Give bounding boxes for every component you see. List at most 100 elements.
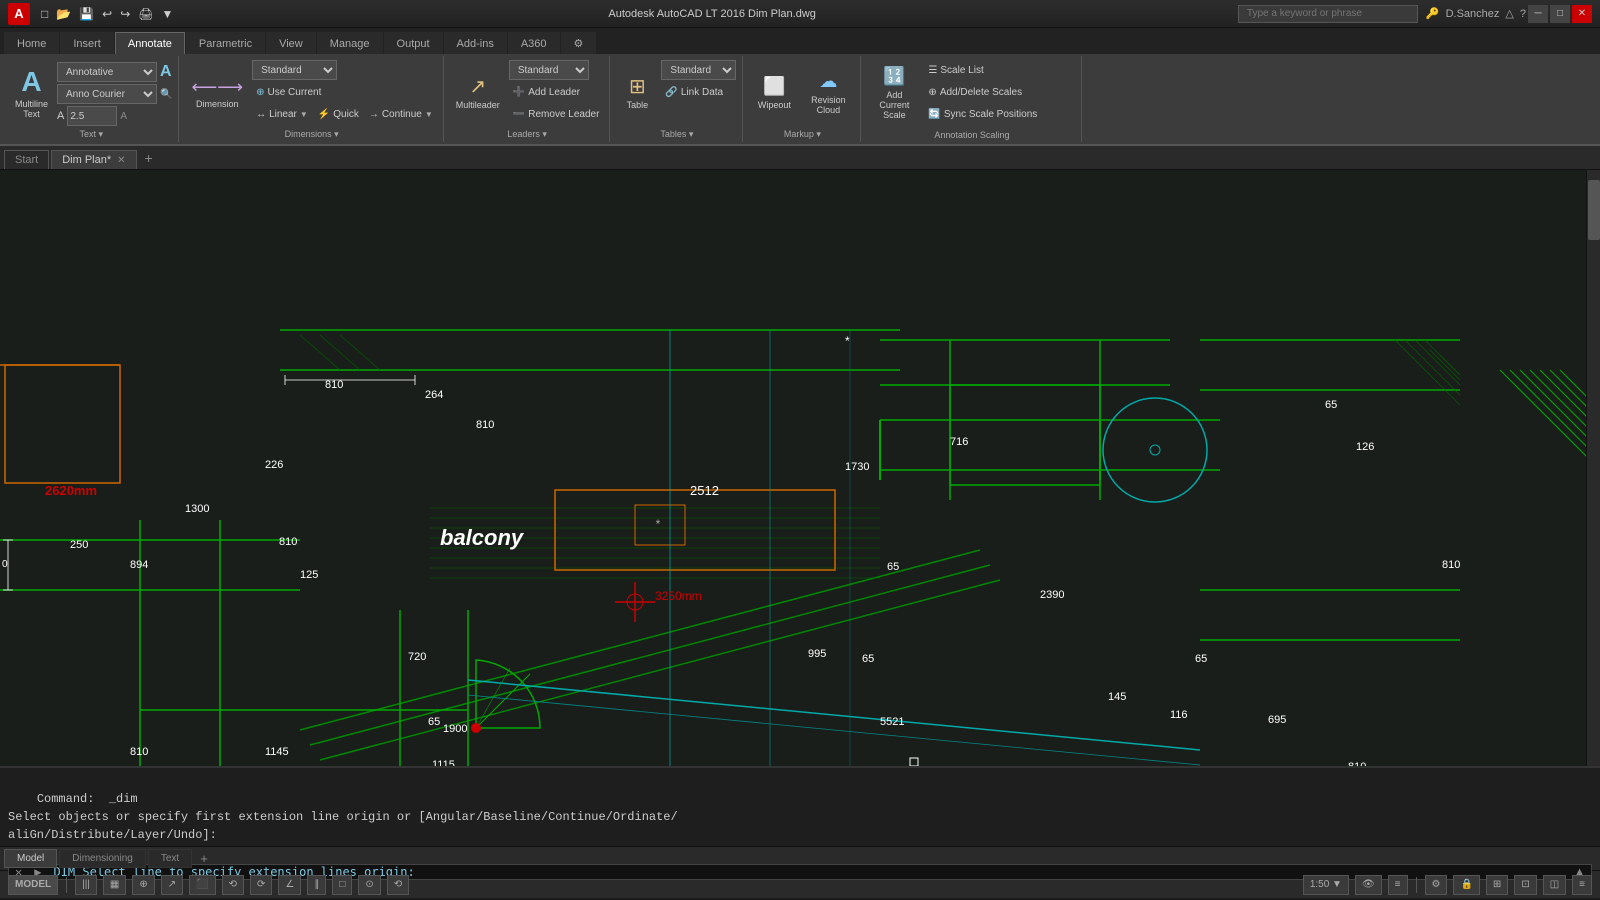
tab-home[interactable]: Home (4, 32, 59, 54)
dim-145: 145 (1108, 691, 1126, 703)
text-size-input[interactable] (67, 106, 117, 126)
selection-cycling-button[interactable]: ⊙ (358, 875, 380, 895)
dim-65-1: 65 (887, 561, 899, 573)
add-leader-button[interactable]: ➕ Add Leader (509, 82, 604, 102)
annotation-monitor-button[interactable]: ⟲ (387, 875, 409, 895)
dim-264: 264 (425, 389, 443, 401)
hardware-acceleration-button[interactable]: ⊡ (1514, 875, 1536, 895)
minimize-button[interactable]: ─ (1528, 5, 1548, 23)
add-delete-scales-button[interactable]: ⊕ Add/Delete Scales (924, 82, 1041, 102)
tab-insert[interactable]: Insert (60, 32, 114, 54)
continue-button[interactable]: → Continue ▼ (365, 104, 437, 124)
model-status-button[interactable]: MODEL (8, 875, 58, 895)
vertical-scrollbar[interactable] (1586, 170, 1600, 766)
text-style-expand-icon: A (160, 63, 172, 81)
open-button[interactable]: 📂 (53, 6, 74, 22)
transparency-button[interactable]: □ (332, 875, 352, 895)
ducs-button[interactable]: ⟳ (250, 875, 272, 895)
dim-810-3: 810 (279, 536, 297, 548)
qat-dropdown[interactable]: ▼ (159, 6, 177, 22)
titlebar: A □ 📂 💾 ↩ ↪ 🖨 ▼ Autodesk AutoCAD LT 2016… (0, 0, 1600, 28)
otrack-button[interactable]: ⟲ (222, 875, 244, 895)
app-icon: A (8, 3, 30, 25)
remove-leader-icon: ➖ (513, 109, 525, 120)
workspace-button[interactable]: ⚙ (1425, 875, 1448, 895)
dim-995: 995 (808, 648, 826, 660)
annotation-scale-button[interactable]: 1:50 ▼ (1303, 875, 1349, 895)
v-scroll-thumb[interactable] (1588, 180, 1600, 240)
settings-icon: △ (1505, 7, 1513, 20)
add-current-scale-button[interactable]: 🔢 AddCurrentScale (868, 58, 920, 128)
sync-scale-positions-button[interactable]: 🔄 Sync Scale Positions (924, 104, 1041, 124)
polar-button[interactable]: ↗ (161, 875, 183, 895)
table-style-dropdown[interactable]: Standard (661, 60, 736, 80)
snap-button[interactable]: ▦ (103, 875, 126, 895)
tab-a360[interactable]: A360 (508, 32, 560, 54)
revision-cloud-button[interactable]: ☁ RevisionCloud (802, 58, 854, 128)
dim-1730: 1730 (845, 461, 869, 473)
tab-view[interactable]: View (266, 32, 316, 54)
isolate-objects-button[interactable]: ⊞ (1486, 875, 1508, 895)
text-style-dropdown[interactable]: Annotative (57, 62, 157, 82)
search-input[interactable] (1238, 5, 1418, 23)
osnap-button[interactable]: ⬛ (189, 875, 215, 895)
leader-style-dropdown[interactable]: Standard (509, 60, 589, 80)
tab-output[interactable]: Output (384, 32, 443, 54)
tab-dim-plan-label: Dim Plan* (62, 154, 111, 166)
dimensioning-tab[interactable]: Dimensioning (59, 849, 146, 868)
multiline-text-button[interactable]: A MultilineText (10, 58, 53, 128)
continue-icon: → (369, 109, 379, 120)
wipeout-button[interactable]: ⬜ Wipeout (750, 58, 798, 128)
add-tab-button[interactable]: + (139, 147, 159, 169)
link-data-button[interactable]: 🔗 Link Data (661, 82, 736, 102)
remove-leader-button[interactable]: ➖ Remove Leader (509, 104, 604, 124)
lock-ui-button[interactable]: 🔒 (1453, 875, 1479, 895)
text-tab[interactable]: Text (148, 849, 192, 868)
font-dropdown[interactable]: Anno Courier (57, 84, 157, 104)
customize-button[interactable]: ≡ (1572, 875, 1592, 895)
model-tab[interactable]: Model (4, 849, 57, 868)
redo-button[interactable]: ↪ (117, 6, 133, 22)
add-leader-icon: ➕ (513, 87, 525, 98)
tab-annotate[interactable]: Annotate (115, 32, 185, 54)
tab-settings[interactable]: ⚙ (561, 32, 597, 54)
tab-addins[interactable]: Add-ins (444, 32, 507, 54)
dim-3250mm: 3250mm (655, 589, 702, 603)
dim-65-3: 65 (1195, 653, 1207, 665)
window-title: Autodesk AutoCAD LT 2016 Dim Plan.dwg (186, 8, 1237, 20)
quick-button[interactable]: ⚡ Quick (314, 104, 363, 124)
linear-button[interactable]: ↔ Linear ▼ (252, 104, 312, 124)
scale-list-button[interactable]: ☰ Scale List (924, 60, 1041, 80)
add-delete-icon: ⊕ (928, 87, 936, 98)
multileader-button[interactable]: ↗ Multileader (451, 58, 505, 128)
clean-screen-button[interactable]: ◫ (1543, 875, 1566, 895)
dim-716: 716 (950, 436, 968, 448)
annotation-visibility-button[interactable]: 👁 (1355, 875, 1382, 895)
dim-style-dropdown[interactable]: Standard (252, 60, 337, 80)
use-current-icon: ⊕ (256, 87, 264, 98)
add-layout-tab-button[interactable]: + (194, 849, 214, 868)
command-area: Command: _dim Select objects or specify … (0, 766, 1600, 846)
lineweight-button[interactable]: ∥ (307, 875, 326, 895)
grid-display-button[interactable]: ||| (75, 875, 97, 895)
table-button[interactable]: ⊞ Table (617, 58, 657, 128)
undo-button[interactable]: ↩ (99, 6, 115, 22)
tab-dim-plan[interactable]: Dim Plan* ✕ (51, 150, 136, 169)
tab-parametric[interactable]: Parametric (186, 32, 265, 54)
dyn-button[interactable]: ∠ (278, 875, 301, 895)
close-button[interactable]: ✕ (1572, 5, 1592, 23)
tab-start[interactable]: Start (4, 150, 49, 169)
tab-manage[interactable]: Manage (317, 32, 383, 54)
table-icon: ⊞ (629, 77, 646, 97)
save-button[interactable]: 💾 (76, 6, 97, 22)
use-current-button[interactable]: ⊕ Use Current (252, 82, 437, 102)
ribbon-tab-bar: Home Insert Annotate Parametric View Man… (0, 28, 1600, 54)
plot-button[interactable]: 🖨 (135, 6, 156, 22)
tab-dim-plan-close[interactable]: ✕ (117, 155, 125, 166)
auto-scale-button[interactable]: ≡ (1388, 875, 1408, 895)
restore-button[interactable]: □ (1550, 5, 1570, 23)
ortho-button[interactable]: ⊕ (132, 875, 154, 895)
drawing-canvas-area[interactable]: * (0, 170, 1600, 766)
new-button[interactable]: □ (38, 6, 51, 22)
dimension-button[interactable]: ⟵⟶ Dimension (186, 58, 248, 128)
